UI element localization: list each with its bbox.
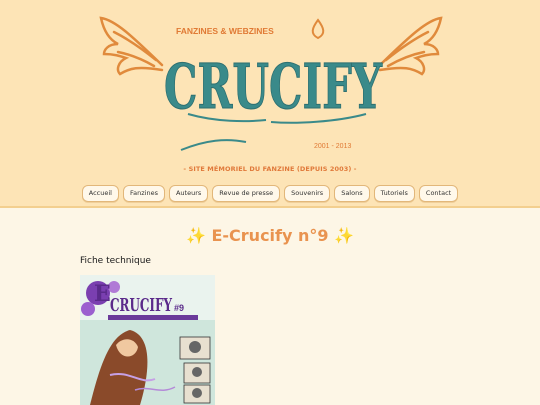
page-title: ✨ E-Crucify n°9 ✨ <box>185 226 355 245</box>
flame-icon <box>311 18 325 40</box>
nav-contact[interactable]: Contact <box>418 185 459 202</box>
cover-issue: #9 <box>174 303 184 313</box>
nav-accueil[interactable]: Accueil <box>81 185 119 202</box>
nav-salons[interactable]: Salons <box>334 185 370 202</box>
nav-auteurs[interactable]: Auteurs <box>168 185 209 202</box>
section-heading: Fiche technique <box>80 256 151 266</box>
cover-image[interactable]: E CRUCIFY #9 <box>80 275 215 405</box>
site-tagline: - SITE MÉMORIEL DU FANZINE (DEPUIS 2003)… <box>183 165 357 173</box>
nav-fanzines[interactable]: Fanzines <box>123 185 165 202</box>
nav-souvenirs[interactable]: Souvenirs <box>284 185 331 202</box>
site-logo[interactable]: FANZINES & WEBZINES CRUCIFY 2001 - 2013 <box>96 10 446 160</box>
left-wing-icon <box>99 16 164 76</box>
cover-title: CRUCIFY <box>110 295 173 316</box>
logo-subtitle: FANZINES & WEBZINES <box>176 26 274 36</box>
cover-prefix: E <box>94 281 111 307</box>
main-nav: Accueil Fanzines Auteurs Revue de presse… <box>0 185 540 202</box>
nav-revue-de-presse[interactable]: Revue de presse <box>212 185 281 202</box>
nav-tutoriels[interactable]: Tutoriels <box>373 185 415 202</box>
logo-years: 2001 - 2013 <box>314 143 351 150</box>
right-wing-icon <box>378 16 443 76</box>
site-header: FANZINES & WEBZINES CRUCIFY 2001 - 2013 … <box>0 0 540 208</box>
logo-title: CRUCIFY <box>164 50 382 123</box>
